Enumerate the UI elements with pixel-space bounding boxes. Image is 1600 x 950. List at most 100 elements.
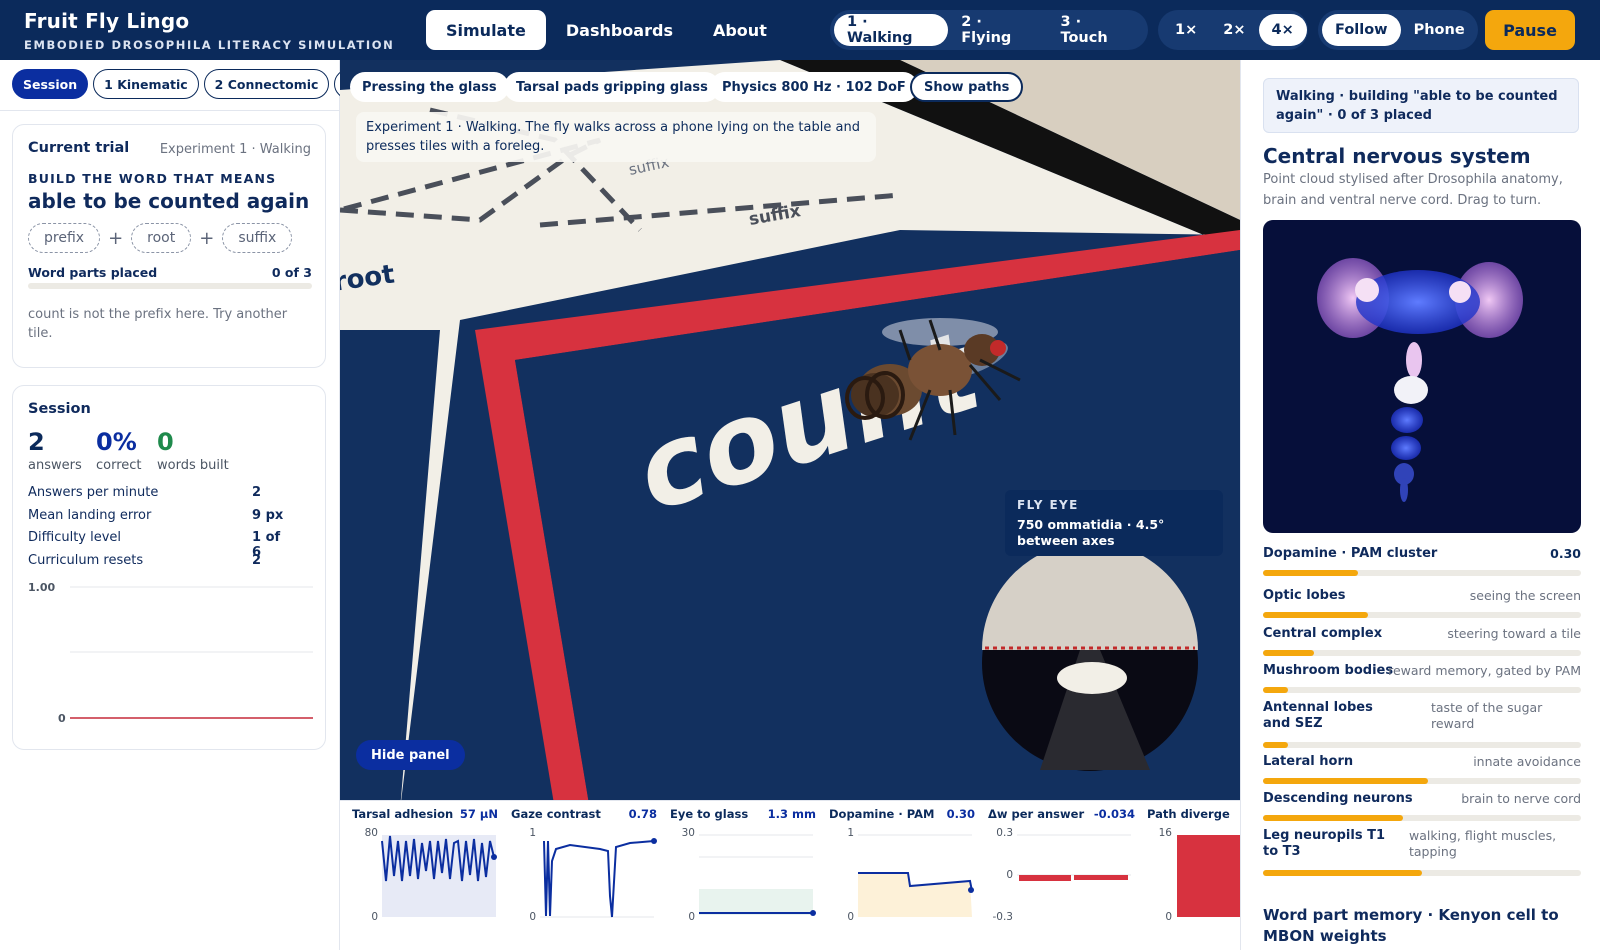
fly-eye-tile [1057,662,1127,694]
mini-chart-y-bottom: -0.3 [993,911,1014,923]
experiment-switch: 1 · Walking 2 · Flying 3 · Touch [830,10,1148,50]
session-accuracy-chart: 1.00 0 [28,581,313,725]
left-tabs: Session 1 Kinematic 2 Connectomic 3 [12,69,340,101]
stat-answers: 2 answers [28,428,82,473]
nav-simulate[interactable]: Simulate [426,10,546,50]
region-desc: walking, flight muscles, tapping [1409,828,1557,859]
dopamine-bar-fill [1263,570,1359,576]
ventral-nerve-cord [1391,436,1421,460]
current-trial-card: Current trial Experiment 1 · Walking BUI… [12,124,326,368]
fly-eye-title: FLY EYE [1017,498,1079,512]
mini-chart-bar [1074,875,1128,880]
region-desc: seeing the screen [1469,588,1581,603]
stat-correct: 0% correct [96,428,142,473]
region-bar-fill [1263,778,1429,784]
mini-chart-value: 0.78 [629,807,657,821]
region-bar [1263,815,1581,821]
metric-value: 9 px [252,508,284,523]
region-name: Antennal lobes and SEZ [1263,700,1373,731]
fly-eye-label: FLY EYE 750 ommatidia · 4.5° between axe… [1005,490,1223,556]
chip-pressing: Pressing the glass [350,72,509,102]
cns-point-cloud[interactable] [1263,220,1581,533]
mini-chart-label: Eye to glass [670,807,748,821]
camera-phone[interactable]: Phone [1401,14,1478,46]
left-panel: Session 1 Kinematic 2 Connectomic 3 Curr… [0,60,340,950]
parts-value: 0 of 3 [271,265,312,280]
mini-chart-eye-to-glass: Eye to glass 1.3 mm 30 0 [670,807,816,923]
parts-placed-row: Word parts placed 0 of 3 [28,265,312,280]
slot-root[interactable]: root [131,223,192,253]
mini-chart-y-top: 0.3 [996,827,1013,839]
speed-4x[interactable]: 4× [1258,14,1307,46]
mini-chart-band [699,889,813,915]
region-bar-fill [1263,870,1422,876]
region-desc: taste of the sugar reward [1431,700,1543,731]
stat-words: 0 words built [157,428,229,473]
target-meaning: able to be counted again [28,189,310,213]
mini-chart-y-mid: 0 [1006,869,1013,881]
region-row: Leg neuropils T1 to T3 walking, flight mu… [1263,828,1581,876]
mini-chart-y-top: 30 [682,827,695,839]
mini-chart-y-bottom: 0 [1165,911,1172,923]
region-bar [1263,650,1581,656]
brain-render [1317,258,1523,502]
mini-chart-value: 0.30 [947,807,975,821]
mini-chart-label: Path diverge [1147,807,1230,821]
session-card: Session 2 answers 0% correct 0 words bui… [12,385,326,750]
top-bar: Fruit Fly Lingo EMBODIED DROSOPHILA LITE… [0,0,1600,60]
experiment-flying[interactable]: 2 · Flying [948,14,1047,46]
slot-suffix[interactable]: suffix [222,223,293,253]
chip-tarsal-pads: Tarsal pads gripping glass [504,72,720,102]
experiment-touch[interactable]: 3 · Touch [1048,14,1145,46]
mini-chart-dopamine: Dopamine · PAM 0.30 1 0 [829,807,975,923]
region-bar-fill [1263,650,1314,656]
region-bar [1263,870,1581,876]
pause-button[interactable]: Pause [1485,10,1575,50]
region-bar-fill [1263,742,1289,748]
mini-chart-y-bottom: 0 [529,911,536,923]
build-label: BUILD THE WORD THAT MEANS [28,171,277,186]
stat-words-label: words built [157,458,229,473]
telemetry-charts: Tarsal adhesion 57 μN 80 0 Gaze contrast… [352,807,1240,923]
dopamine-bar [1263,570,1581,576]
metric-label: Curriculum resets [28,553,144,568]
experiment-walking[interactable]: 1 · Walking [834,14,949,46]
dopamine-label: Dopamine · PAM cluster [1263,546,1438,561]
region-desc: steering toward a tile [1447,626,1581,641]
nav-dashboards[interactable]: Dashboards [546,10,693,50]
scene-caption: Experiment 1 · Walking. The fly walks ac… [356,112,876,162]
region-bar-fill [1263,612,1368,618]
metric-value: 2 [252,485,262,500]
word-slots: prefix + root + suffix [28,223,293,253]
tab-kinematic[interactable]: 1 Kinematic [93,69,199,99]
mini-chart-dw-per-answer: Δw per answer -0.034 0.3 0 -0.3 [988,807,1135,923]
chart-y-bottom: 0 [58,712,66,725]
metric-label: Answers per minute [28,485,159,500]
mini-chart-y-bottom: 0 [688,911,695,923]
region-bar [1263,778,1581,784]
speed-1x[interactable]: 1× [1162,14,1210,46]
mini-chart-bar [1177,835,1240,917]
trial-hint: count is not the prefix here. Try anothe… [28,307,288,341]
slot-prefix[interactable]: prefix [28,223,101,253]
parts-progress-bar [28,283,312,289]
tab-connectomic[interactable]: 2 Connectomic [203,69,330,99]
mini-chart-value: 57 μN [460,807,498,821]
thoracic-ganglion [1394,376,1428,404]
mini-chart-bar [1019,875,1071,881]
trial-status: Walking · building "able to be counted a… [1263,78,1579,133]
tab-session[interactable]: Session [12,69,89,99]
metric-row: Answers per minute 2 [28,485,292,500]
parts-label: Word parts placed [28,265,158,280]
scene-canvas: suffix suffix root count [340,60,1240,810]
app-subtitle: EMBODIED DROSOPHILA LITERACY SIMULATION [24,38,395,52]
hide-panel-button[interactable]: Hide panel [356,740,465,770]
mini-chart-y-top: 16 [1159,827,1173,839]
camera-follow[interactable]: Follow [1322,14,1401,46]
show-paths-button[interactable]: Show paths [910,72,1024,102]
speed-2x[interactable]: 2× [1210,14,1258,46]
simulation-view[interactable]: suffix suffix root count Pressing the gl… [340,60,1240,810]
region-desc: innate avoidance [1473,754,1581,769]
region-row: Mushroom bodies reward memory, gated by P… [1263,663,1581,693]
nav-about[interactable]: About [693,10,787,50]
